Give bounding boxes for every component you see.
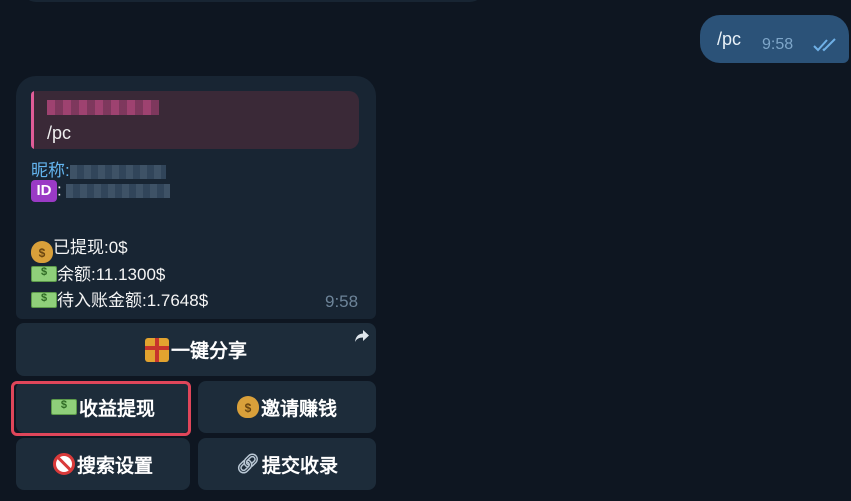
bot-message-bubble[interactable]: /pc 昵称: ID: $已提现:0$ 余额:11.1300$ 待入账金额:1.… (16, 76, 376, 319)
no-mobile-phones-icon (52, 453, 75, 475)
withdrawn-text: 已提现:0$ (53, 238, 128, 257)
redacted-user-id (66, 184, 171, 198)
invite-earn-button[interactable]: $ 邀请赚钱 (198, 381, 376, 433)
nickname-row: 昵称: (31, 156, 166, 181)
search-settings-label: 搜索设置 (76, 455, 153, 477)
share-button[interactable]: 一键分享 (16, 323, 376, 376)
forward-arrow-icon (355, 330, 369, 342)
submit-records-label: 提交收录 (262, 455, 339, 477)
invite-earn-label: 邀请赚钱 (260, 398, 337, 420)
nickname-label: 昵称: (31, 161, 70, 180)
gift-icon (144, 337, 169, 362)
reply-accent-bar (31, 91, 34, 149)
withdraw-earnings-label: 收益提现 (78, 398, 155, 420)
id-row: ID: (31, 180, 171, 202)
pending-row: 待入账金额:1.7648$ (31, 286, 208, 311)
money-bag-icon: $ (236, 396, 259, 418)
outgoing-message-bubble[interactable]: /pc 9:58 (700, 15, 849, 63)
id-icon: ID (31, 180, 57, 202)
double-check-icon (813, 38, 836, 52)
balance-row: 余额:11.1300$ (31, 260, 165, 285)
id-separator: : (57, 180, 62, 200)
withdraw-earnings-button[interactable]: 收益提现 (16, 381, 190, 433)
dollar-banknote-icon (31, 292, 57, 308)
redacted-reply-author (47, 100, 159, 115)
outgoing-message-text: /pc (717, 29, 742, 49)
reply-quote-text: /pc (47, 123, 72, 143)
dollar-banknote-icon (31, 266, 57, 282)
reply-quote[interactable]: /pc (31, 91, 359, 149)
search-settings-button[interactable]: 搜索设置 (16, 438, 190, 490)
outgoing-message-time: 9:58 (762, 36, 794, 53)
bot-message-time: 9:58 (325, 292, 359, 311)
submit-records-button[interactable]: 🔗︎ 提交收录 (198, 438, 376, 490)
redacted-nickname (69, 164, 166, 179)
withdrawn-row: $ 已提现:0$ (31, 233, 128, 263)
balance-text: 余额:11.1300$ (57, 265, 166, 284)
previous-message-bubble (22, 0, 484, 2)
pending-text: 待入账金额:1.7648$ (57, 291, 209, 310)
link-icon: 🔗︎ (235, 454, 261, 475)
dollar-banknote-icon (50, 399, 77, 415)
share-button-label: 一键分享 (170, 341, 247, 362)
